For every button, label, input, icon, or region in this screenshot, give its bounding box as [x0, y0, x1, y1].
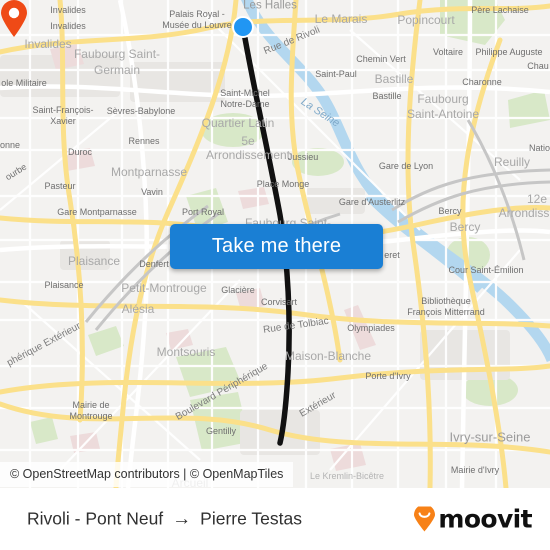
trip-origin-label: Rivoli - Pont Neuf [27, 508, 164, 529]
destination-pin[interactable] [0, 0, 28, 38]
footer-bar: Rivoli - Pont Neuf → Pierre Testas moovi… [0, 488, 550, 550]
origin-dot[interactable] [232, 16, 254, 38]
moovit-pin-icon [414, 506, 436, 531]
trip-destination-label: Pierre Testas [200, 508, 302, 529]
map-attribution[interactable]: © OpenStreetMap contributors | © OpenMap… [0, 462, 294, 487]
moovit-logo[interactable]: moovit [413, 504, 533, 534]
take-me-there-button[interactable]: Take me there [170, 224, 383, 269]
trip-summary: Rivoli - Pont Neuf → Pierre Testas [27, 509, 302, 530]
moovit-trip-screen: Invalides Invalides Invalides Palais Royal … [0, 0, 550, 550]
arrow-right-icon: → [172, 508, 192, 530]
moovit-wordmark: moovit [438, 504, 532, 534]
